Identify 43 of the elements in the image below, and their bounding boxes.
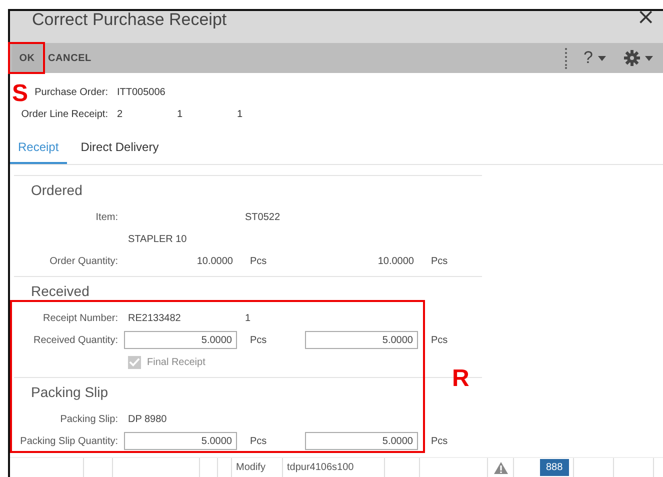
unit-label: Pcs: [250, 436, 267, 446]
checkbox-label: Final Receipt: [147, 356, 206, 368]
unit-label: Pcs: [250, 256, 267, 266]
status-text: Modify: [236, 462, 266, 473]
field-value: DP 8980: [128, 414, 167, 424]
field-value: ST0522: [245, 212, 280, 222]
unit-label: Pcs: [250, 334, 267, 346]
field-value: 1: [177, 108, 184, 120]
section-title: Received: [30, 282, 90, 301]
input-field[interactable]: 5.0000: [124, 331, 237, 349]
unit-label: Pcs: [431, 256, 448, 266]
field-value: 1: [245, 312, 251, 324]
annotation-label: R: [452, 366, 470, 392]
field-label: Order Quantity:: [50, 256, 118, 266]
field-label: Purchase Order:: [34, 86, 108, 98]
input-field[interactable]: 5.0000: [305, 432, 418, 450]
window-title: Correct Purchase Receipt: [32, 11, 227, 30]
field-value: ITT005006: [117, 86, 166, 98]
field-value: 2: [117, 108, 124, 120]
field-label: Order Line Receipt:: [21, 108, 108, 120]
annotation-label: S: [12, 81, 28, 107]
field-value: STAPLER 10: [128, 234, 187, 244]
help-button[interactable]: ?: [584, 48, 606, 68]
input-field[interactable]: 5.0000: [305, 331, 418, 349]
field-label: Received Quantity:: [34, 334, 118, 346]
field-value: 1: [237, 108, 244, 120]
status-text: tdpur4106s100: [287, 462, 354, 473]
field-value: 10.0000: [196, 256, 233, 266]
section-title: Packing Slip: [30, 383, 110, 402]
unit-label: Pcs: [431, 334, 448, 346]
field-label: Packing Slip:: [60, 414, 118, 424]
section-title: Ordered: [30, 181, 84, 200]
close-button[interactable]: ×: [636, 11, 655, 25]
field-label: Receipt Number:: [42, 312, 118, 324]
field-value: RE2133482: [128, 312, 181, 324]
ok-button[interactable]: OK: [12, 43, 42, 73]
field-label: Packing Slip Quantity:: [20, 436, 118, 446]
unit-label: Pcs: [431, 436, 448, 446]
field-label: Item:: [96, 212, 118, 222]
input-field[interactable]: 5.0000: [124, 432, 237, 450]
tab[interactable]: Direct Delivery: [72, 134, 167, 164]
count-badge[interactable]: 888: [540, 459, 569, 476]
field-value: 10.0000: [378, 256, 414, 266]
